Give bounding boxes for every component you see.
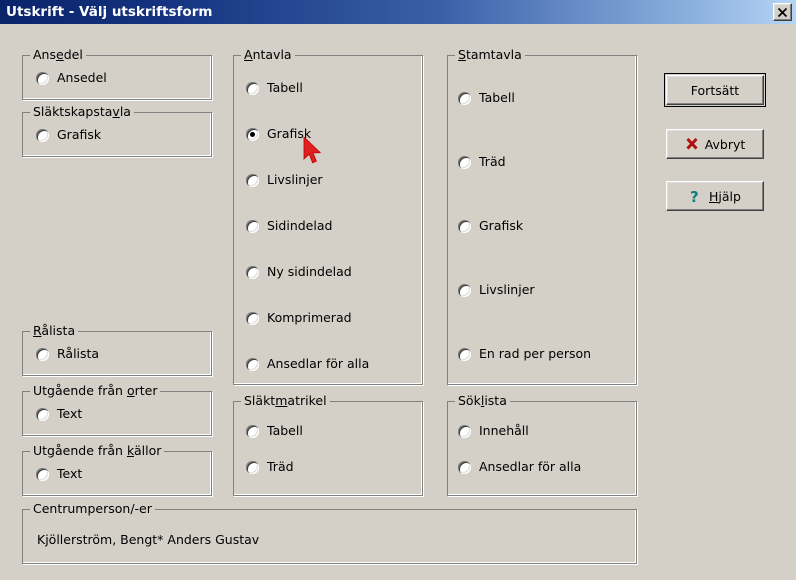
radio-indicator bbox=[246, 265, 259, 279]
radio-slaktskapstavla-grafisk[interactable]: Grafisk bbox=[36, 128, 101, 142]
cancel-button[interactable]: Avbryt bbox=[666, 129, 764, 159]
radio-label: Tabell bbox=[267, 80, 303, 95]
help-button-label: Hjälp bbox=[709, 188, 741, 204]
group-slaktmatrikel: Släktmatrikel Tabell Träd bbox=[233, 394, 423, 496]
group-stamtavla-legend: Stamtavla bbox=[455, 48, 525, 62]
group-ralista: Rålista Rålista bbox=[22, 324, 212, 376]
close-icon bbox=[777, 7, 788, 18]
radio-indicator bbox=[458, 219, 471, 233]
radio-antavla-ansedlar-for-alla[interactable]: Ansedlar för alla bbox=[246, 357, 369, 371]
radio-antavla-sidindelad[interactable]: Sidindelad bbox=[246, 219, 332, 233]
radio-indicator bbox=[458, 347, 471, 361]
radio-label: En rad per person bbox=[479, 346, 592, 361]
radio-kallor-text[interactable]: Text bbox=[36, 467, 82, 481]
dialog-body: Ansedel Ansedel Släktskapstavla Grafisk … bbox=[0, 24, 796, 580]
radio-ansedel-ansedel[interactable]: Ansedel bbox=[36, 71, 107, 85]
radio-label: Grafisk bbox=[479, 218, 524, 233]
radio-label: Grafisk bbox=[57, 127, 102, 142]
radio-soklista-innehall[interactable]: Innehåll bbox=[458, 424, 529, 438]
radio-indicator bbox=[36, 347, 49, 361]
radio-slaktmatrikel-trad[interactable]: Träd bbox=[246, 460, 294, 474]
radio-indicator bbox=[246, 219, 259, 233]
group-ralista-legend: Rålista bbox=[30, 324, 79, 338]
radio-indicator bbox=[36, 467, 49, 481]
radio-slaktmatrikel-tabell[interactable]: Tabell bbox=[246, 424, 303, 438]
radio-indicator bbox=[246, 81, 259, 95]
radio-ralista-ralista[interactable]: Rålista bbox=[36, 347, 99, 361]
radio-indicator bbox=[246, 127, 259, 141]
radio-label: Tabell bbox=[267, 423, 303, 438]
radio-indicator bbox=[458, 91, 471, 105]
help-button[interactable]: ? Hjälp bbox=[666, 181, 764, 211]
svg-text:?: ? bbox=[690, 189, 699, 204]
radio-stamtavla-grafisk[interactable]: Grafisk bbox=[458, 219, 523, 233]
radio-indicator bbox=[36, 128, 49, 142]
radio-stamtavla-trad[interactable]: Träd bbox=[458, 155, 506, 169]
cancel-button-label: Avbryt bbox=[704, 136, 746, 152]
continue-button-label: Fortsätt bbox=[690, 82, 740, 98]
radio-antavla-grafisk[interactable]: Grafisk bbox=[246, 127, 311, 141]
radio-indicator bbox=[36, 407, 49, 421]
group-soklista: Söklista Innehåll Ansedlar för alla bbox=[447, 394, 637, 496]
question-mark-icon: ? bbox=[689, 189, 703, 204]
group-centrumperson-legend: Centrumperson/-er bbox=[30, 502, 155, 516]
radio-orter-text[interactable]: Text bbox=[36, 407, 82, 421]
group-antavla: Antavla Tabell Grafisk Livslinjer Sidind… bbox=[233, 48, 423, 385]
window-title: Utskrift - Välj utskriftsform bbox=[6, 4, 213, 20]
radio-soklista-ansedlar-for-alla[interactable]: Ansedlar för alla bbox=[458, 460, 581, 474]
radio-indicator bbox=[36, 71, 49, 85]
radio-indicator bbox=[246, 357, 259, 371]
group-centrumperson: Centrumperson/-er Kjöllerström, Bengt* A… bbox=[22, 502, 637, 564]
radio-label: Livslinjer bbox=[267, 172, 323, 187]
radio-antavla-ny-sidindelad[interactable]: Ny sidindelad bbox=[246, 265, 352, 279]
radio-indicator bbox=[246, 460, 259, 474]
radio-antavla-tabell[interactable]: Tabell bbox=[246, 81, 303, 95]
radio-label: Text bbox=[57, 406, 83, 421]
group-utgaende-fran-kallor-legend: Utgående från källor bbox=[30, 444, 165, 458]
radio-label: Rålista bbox=[57, 346, 100, 361]
group-stamtavla: Stamtavla Tabell Träd Grafisk Livslinjer… bbox=[447, 48, 637, 385]
radio-label: Ny sidindelad bbox=[267, 264, 352, 279]
group-ansedel: Ansedel Ansedel bbox=[22, 48, 212, 100]
group-soklista-legend: Söklista bbox=[455, 394, 510, 408]
radio-label: Livslinjer bbox=[479, 282, 535, 297]
radio-indicator bbox=[246, 424, 259, 438]
close-button[interactable] bbox=[773, 3, 792, 21]
radio-indicator bbox=[458, 460, 471, 474]
radio-label: Text bbox=[57, 466, 83, 481]
group-utgaende-fran-orter-legend: Utgående från orter bbox=[30, 384, 161, 398]
centrumperson-value: Kjöllerström, Bengt* Anders Gustav bbox=[37, 532, 260, 547]
radio-indicator bbox=[246, 311, 259, 325]
radio-label: Sidindelad bbox=[267, 218, 333, 233]
radio-label: Tabell bbox=[479, 90, 515, 105]
radio-antavla-livslinjer[interactable]: Livslinjer bbox=[246, 173, 323, 187]
radio-label: Ansedlar för alla bbox=[267, 356, 370, 371]
radio-label: Träd bbox=[267, 459, 294, 474]
titlebar: Utskrift - Välj utskriftsform bbox=[0, 0, 796, 24]
print-form-dialog: Utskrift - Välj utskriftsform Ansedel An… bbox=[0, 0, 796, 580]
radio-label: Grafisk bbox=[267, 126, 312, 141]
radio-label: Träd bbox=[479, 154, 506, 169]
radio-label: Innehåll bbox=[479, 423, 529, 438]
group-utgaende-fran-kallor: Utgående från källor Text bbox=[22, 444, 212, 496]
group-slaktmatrikel-legend: Släktmatrikel bbox=[241, 394, 330, 408]
radio-indicator bbox=[458, 155, 471, 169]
group-slaktskapstavla: Släktskapstavla Grafisk bbox=[22, 105, 212, 157]
radio-stamtavla-en-rad-per-person[interactable]: En rad per person bbox=[458, 347, 591, 361]
group-ansedel-legend: Ansedel bbox=[30, 48, 86, 62]
radio-antavla-komprimerad[interactable]: Komprimerad bbox=[246, 311, 352, 325]
radio-stamtavla-livslinjer[interactable]: Livslinjer bbox=[458, 283, 535, 297]
radio-indicator bbox=[458, 283, 471, 297]
red-x-icon bbox=[685, 137, 699, 151]
radio-indicator bbox=[458, 424, 471, 438]
group-utgaende-fran-orter: Utgående från orter Text bbox=[22, 384, 212, 436]
radio-label: Ansedlar för alla bbox=[479, 459, 582, 474]
radio-label: Komprimerad bbox=[267, 310, 352, 325]
radio-indicator bbox=[246, 173, 259, 187]
radio-stamtavla-tabell[interactable]: Tabell bbox=[458, 91, 515, 105]
group-antavla-legend: Antavla bbox=[241, 48, 295, 62]
continue-button[interactable]: Fortsätt bbox=[664, 73, 766, 107]
radio-label: Ansedel bbox=[57, 70, 107, 85]
group-slaktskapstavla-legend: Släktskapstavla bbox=[30, 105, 134, 119]
